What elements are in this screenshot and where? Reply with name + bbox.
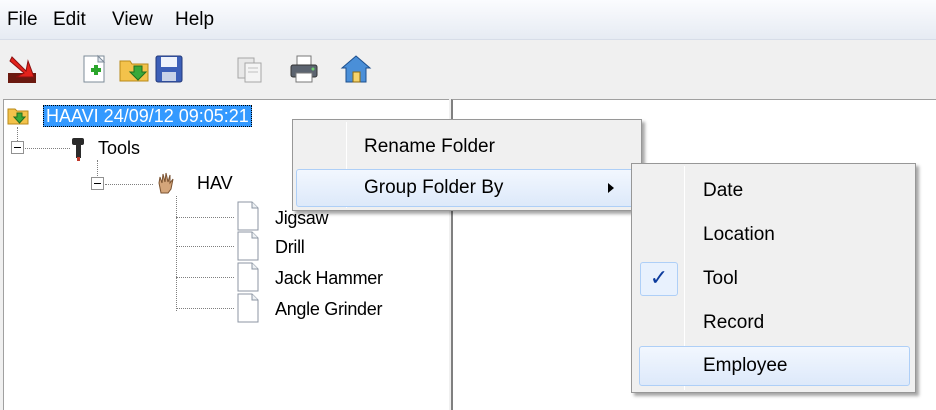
group-by-date-item[interactable]: Date: [703, 180, 743, 202]
document-icon: [237, 231, 259, 261]
tree-connector: [176, 196, 177, 311]
tree-root-label[interactable]: HAAVI 24/09/12 09:05:21: [43, 105, 252, 127]
home-icon[interactable]: [340, 53, 372, 85]
tree-connector: [176, 246, 234, 247]
tree-connector: [25, 148, 70, 149]
toolbar: [0, 41, 936, 97]
tree-connector: [176, 308, 234, 309]
tree-item-label[interactable]: Jack Hammer: [275, 267, 383, 289]
print-icon[interactable]: [288, 53, 320, 85]
new-folder-icon[interactable]: [78, 53, 110, 85]
group-by-location-item[interactable]: Location: [703, 224, 775, 246]
collapse-icon[interactable]: [91, 177, 104, 190]
copy-icon[interactable]: [234, 53, 266, 85]
document-icon: [237, 293, 259, 323]
exit-icon[interactable]: [6, 53, 38, 85]
tree-connector: [176, 217, 234, 218]
checkmark-icon: ✓: [640, 262, 678, 296]
submenu-arrow-icon: [608, 183, 614, 193]
group-by-employee-label: Employee: [703, 355, 788, 376]
hand-icon: [155, 171, 177, 195]
document-icon: [237, 262, 259, 292]
tree-item-label[interactable]: Drill: [275, 236, 305, 258]
tree-item-label[interactable]: Angle Grinder: [275, 298, 382, 320]
rename-folder-item[interactable]: Rename Folder: [364, 136, 495, 158]
tree-connector: [105, 184, 153, 185]
document-icon: [237, 201, 259, 231]
group-by-submenu: Date Location ✓ Tool Record Employee: [631, 163, 916, 393]
save-icon[interactable]: [153, 53, 185, 85]
menu-file[interactable]: File: [7, 9, 38, 31]
group-by-record-item[interactable]: Record: [703, 312, 764, 334]
open-folder-icon[interactable]: [118, 53, 150, 85]
menu-help[interactable]: Help: [175, 9, 214, 31]
collapse-icon[interactable]: [11, 141, 24, 154]
menu-bar: File Edit View Help: [0, 0, 936, 40]
menu-edit[interactable]: Edit: [53, 9, 86, 31]
drill-icon: [67, 136, 89, 162]
context-menu: Rename Folder Group Folder By: [292, 119, 642, 211]
folder-icon: [7, 104, 29, 126]
tree-tools-label[interactable]: Tools: [98, 137, 140, 159]
tree-connector: [176, 277, 234, 278]
menu-view[interactable]: View: [112, 9, 153, 31]
tree-hav-label[interactable]: HAV: [197, 172, 233, 194]
group-by-tool-item[interactable]: Tool: [703, 268, 738, 290]
group-folder-by-label: Group Folder By: [364, 177, 504, 198]
